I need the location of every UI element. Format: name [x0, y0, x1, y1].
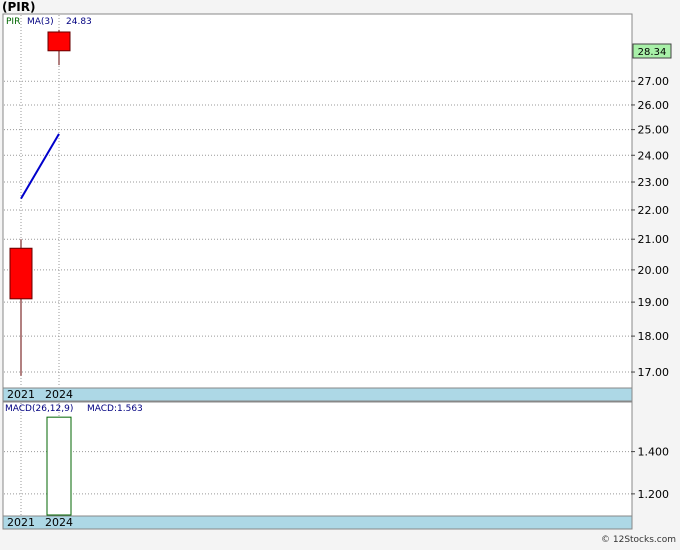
price-tick-label: 21.00 — [638, 233, 670, 246]
price-tick-label: 22.00 — [638, 204, 670, 217]
candle-body — [9, 247, 33, 300]
macd-date-band — [2, 515, 633, 530]
legend-ticker: PIR — [6, 17, 20, 27]
macd-legend-label: MACD(26,12,9) — [5, 404, 73, 414]
price-x-label: 2021 — [7, 388, 35, 401]
price-tick-label: 24.00 — [638, 149, 670, 162]
price-x-label: 2024 — [45, 388, 73, 401]
chart-root: (PIR) 17.00 18.00 19.00 20.00 21.00 22.00 23.0… — [0, 0, 680, 546]
legend-ma-value: 24.83 — [66, 17, 92, 27]
macd-bar-2024 — [46, 416, 72, 516]
price-tick-label: 19.00 — [638, 296, 670, 309]
price-panel — [2, 13, 633, 402]
price-tick-label: 25.00 — [638, 124, 670, 137]
chart-title: (PIR) — [2, 0, 35, 14]
macd-tick-label: 1.400 — [638, 446, 670, 459]
last-price-badge: 28.34 — [632, 43, 672, 59]
macd-bars — [46, 416, 72, 516]
price-y-axis: 17.00 18.00 19.00 20.00 21.00 22.00 23.00 24.00… — [631, 75, 669, 379]
macd-tick-label: 1.200 — [638, 488, 670, 501]
price-tick-label: 27.00 — [638, 75, 670, 88]
price-tick-label: 17.00 — [638, 366, 670, 379]
macd-panel — [2, 401, 633, 530]
macd-x-label: 2024 — [45, 516, 73, 529]
price-tick-label: 23.00 — [638, 176, 670, 189]
macd-legend-value: MACD:1.563 — [87, 404, 143, 414]
last-price-value: 28.34 — [638, 47, 667, 58]
macd-y-axis: 1.200 1.400 — [631, 446, 669, 501]
price-tick-label: 26.00 — [638, 99, 670, 112]
price-tick-label: 18.00 — [638, 330, 670, 343]
watermark: © 12Stocks.com — [601, 535, 676, 545]
macd-x-label: 2021 — [7, 516, 35, 529]
price-tick-label: 20.00 — [638, 264, 670, 277]
stock-chart: (PIR) 17.00 18.00 19.00 20.00 21.00 22.00 23.0… — [2, 0, 676, 545]
candle-body — [47, 31, 71, 52]
price-date-band — [2, 387, 633, 402]
legend-ma-label: MA(3) — [27, 17, 54, 27]
